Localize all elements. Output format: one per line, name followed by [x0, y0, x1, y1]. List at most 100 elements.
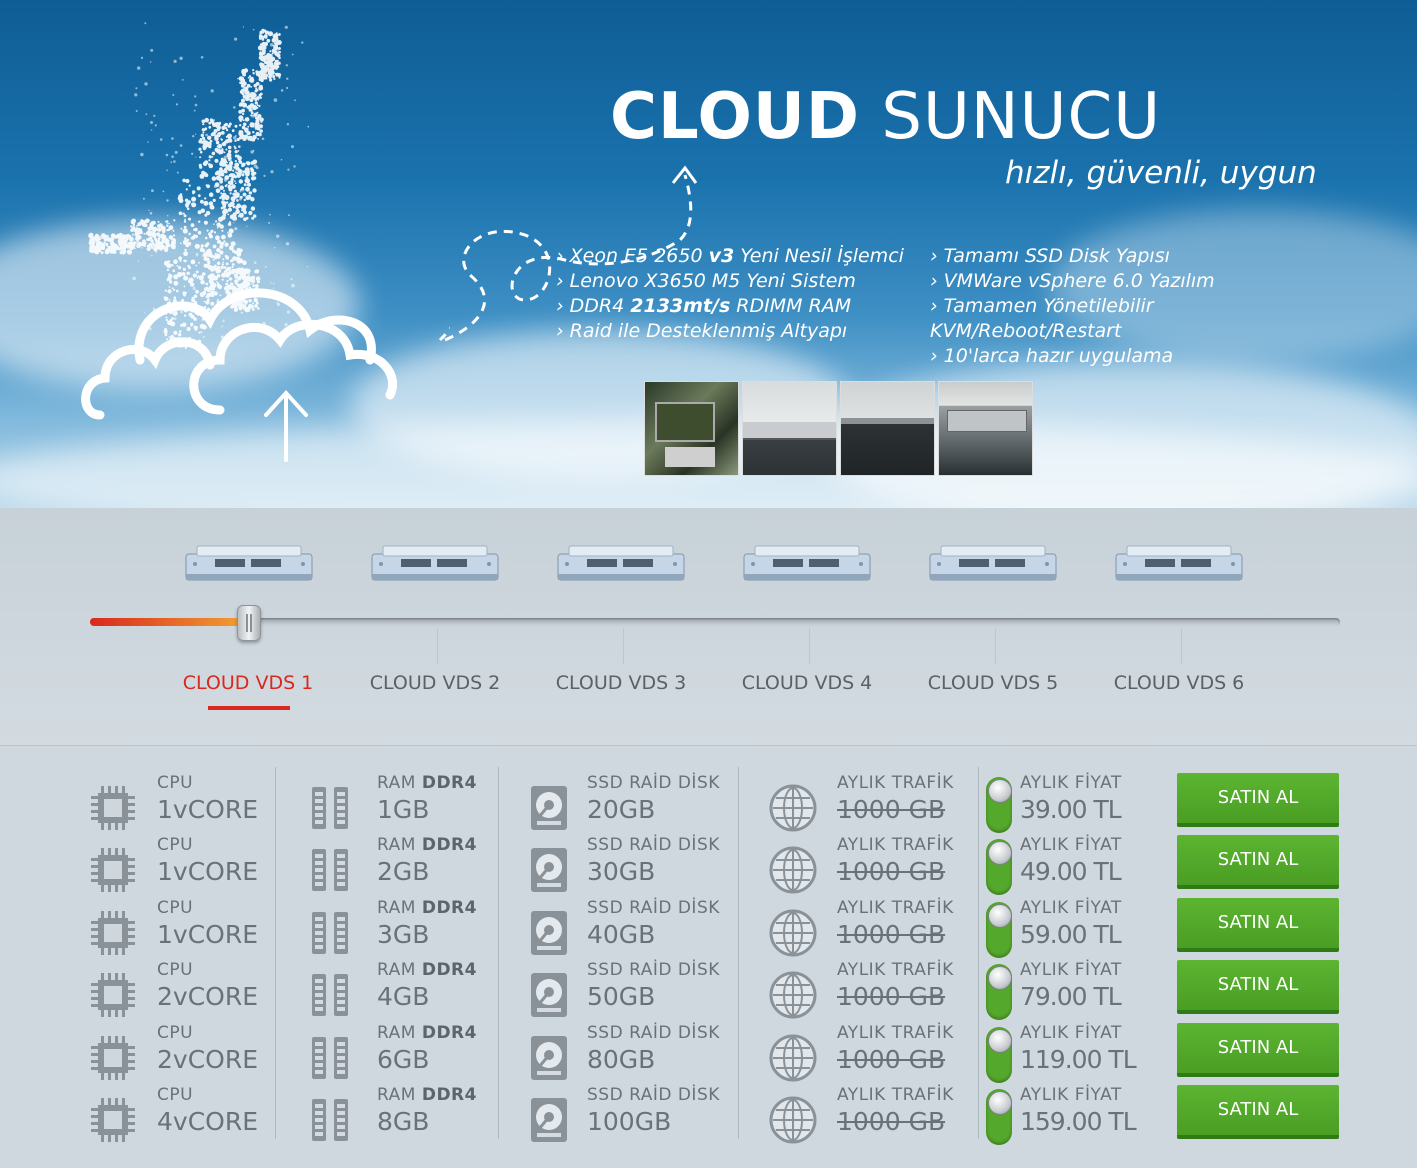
ram-module-icon: [306, 1095, 356, 1145]
traffic-value: 1000 GB: [837, 982, 946, 1011]
toggle-switch-icon[interactable]: [986, 902, 1012, 958]
plan-slider-handle[interactable]: [237, 605, 261, 641]
ram-label: RAM DDR4: [377, 773, 477, 793]
plan-row: CPU 4vCORE RAM DDR4 8GB SSD RAİD DİSK 10…: [0, 1085, 1417, 1147]
ram-module-icon: [306, 1033, 356, 1083]
ram-value: 4GB: [377, 982, 430, 1011]
buy-button[interactable]: SATIN AL: [1177, 898, 1339, 952]
feature-item: › Lenovo X3650 M5 Yeni Sistem: [556, 270, 856, 292]
ram-module-icon: [306, 970, 356, 1020]
toggle-switch-icon[interactable]: [986, 839, 1012, 895]
globe-icon: [768, 1033, 818, 1083]
feature-item: › 10'larca hazır uygulama: [930, 345, 1174, 367]
cpu-label: CPU: [157, 960, 194, 980]
slider-tick: [995, 628, 996, 664]
cpu-label: CPU: [157, 1023, 194, 1043]
disk-value: 100GB: [587, 1107, 672, 1136]
slider-tick: [623, 628, 624, 664]
traffic-value: 1000 GB: [837, 795, 946, 824]
hero-banner: CLOUD SUNUCU hızlı, güvenli, uygun › Xeo…: [0, 0, 1417, 508]
cpu-chip-icon: [88, 970, 138, 1020]
server-rack-icon[interactable]: [743, 544, 871, 584]
feature-list-left: › Xeon E5 2650 v3 Yeni Nesil İşlemci › L…: [556, 244, 904, 344]
cpu-chip-icon: [88, 845, 138, 895]
price-label: AYLIK FİYAT: [1020, 773, 1122, 793]
cpu-label: CPU: [157, 898, 194, 918]
plan-slider-fill: [90, 618, 250, 626]
buy-button[interactable]: SATIN AL: [1177, 1023, 1339, 1077]
price-label: AYLIK FİYAT: [1020, 898, 1122, 918]
tab-cloud-vds-3[interactable]: CLOUD VDS 3: [541, 672, 701, 694]
buy-button[interactable]: SATIN AL: [1177, 835, 1339, 889]
page-subtitle: hızlı, güvenli, uygun: [1005, 155, 1317, 191]
plan-row: CPU 2vCORE RAM DDR4 4GB SSD RAİD DİSK 50…: [0, 960, 1417, 1022]
plan-row: CPU 2vCORE RAM DDR4 6GB SSD RAİD DİSK 80…: [0, 1023, 1417, 1085]
traffic-label: AYLIK TRAFİK: [837, 1023, 954, 1043]
disk-label: SSD RAİD DİSK: [587, 1023, 720, 1043]
server-rack-icon[interactable]: [929, 544, 1057, 584]
disk-label: SSD RAİD DİSK: [587, 1085, 720, 1105]
toggle-switch-icon[interactable]: [986, 1027, 1012, 1083]
disk-label: SSD RAİD DİSK: [587, 773, 720, 793]
price-value: 39.00 TL: [1020, 795, 1122, 824]
ram-value: 8GB: [377, 1107, 430, 1136]
disk-value: 80GB: [587, 1045, 656, 1074]
ram-label: RAM DDR4: [377, 1085, 477, 1105]
server-photo-thumbnail[interactable]: [644, 381, 739, 476]
cpu-chip-icon: [88, 1033, 138, 1083]
cpu-label: CPU: [157, 773, 194, 793]
server-photo-thumbnail[interactable]: [840, 381, 935, 476]
ram-label: RAM DDR4: [377, 898, 477, 918]
cpu-label: CPU: [157, 835, 194, 855]
server-rack-icon[interactable]: [371, 544, 499, 584]
particle-person-cloud-illustration: [81, 22, 450, 462]
slider-tick: [809, 628, 810, 664]
server-photo-thumbnail[interactable]: [742, 381, 837, 476]
traffic-value: 1000 GB: [837, 920, 946, 949]
plan-row: CPU 1vCORE RAM DDR4 2GB SSD RAİD DİSK 30…: [0, 835, 1417, 897]
price-value: 59.00 TL: [1020, 920, 1122, 949]
plan-row: CPU 1vCORE RAM DDR4 3GB SSD RAİD DİSK 40…: [0, 898, 1417, 960]
feature-item: › VMWare vSphere 6.0 Yazılım: [930, 270, 1215, 292]
buy-button[interactable]: SATIN AL: [1177, 773, 1339, 827]
disk-value: 20GB: [587, 795, 656, 824]
globe-icon: [768, 970, 818, 1020]
traffic-label: AYLIK TRAFİK: [837, 773, 954, 793]
hard-disk-icon: [525, 783, 575, 833]
hard-disk-icon: [525, 1095, 575, 1145]
buy-button[interactable]: SATIN AL: [1177, 1085, 1339, 1139]
toggle-switch-icon[interactable]: [986, 777, 1012, 833]
server-rack-icon[interactable]: [557, 544, 685, 584]
tab-cloud-vds-5[interactable]: CLOUD VDS 5: [913, 672, 1073, 694]
server-rack-icon[interactable]: [1115, 544, 1243, 584]
traffic-value: 1000 GB: [837, 857, 946, 886]
feature-item: › Raid ile Desteklenmiş Altyapı: [556, 320, 848, 342]
hard-disk-icon: [525, 845, 575, 895]
tab-cloud-vds-4[interactable]: CLOUD VDS 4: [727, 672, 887, 694]
feature-item: › DDR4 2133mt/s RDIMM RAM: [556, 295, 852, 317]
tab-cloud-vds-1[interactable]: CLOUD VDS 1: [168, 672, 328, 694]
toggle-switch-icon[interactable]: [986, 964, 1012, 1020]
disk-label: SSD RAİD DİSK: [587, 960, 720, 980]
traffic-label: AYLIK TRAFİK: [837, 898, 954, 918]
price-label: AYLIK FİYAT: [1020, 1023, 1122, 1043]
cpu-label: CPU: [157, 1085, 194, 1105]
cpu-chip-icon: [88, 783, 138, 833]
tab-cloud-vds-2[interactable]: CLOUD VDS 2: [355, 672, 515, 694]
plan-slider-section: CLOUD VDS 1 CLOUD VDS 2 CLOUD VDS 3 CLOU…: [0, 508, 1417, 746]
cpu-value: 2vCORE: [157, 982, 259, 1011]
tab-cloud-vds-6[interactable]: CLOUD VDS 6: [1099, 672, 1259, 694]
server-photo-thumbnail[interactable]: [938, 381, 1033, 476]
cpu-value: 2vCORE: [157, 1045, 259, 1074]
price-label: AYLIK FİYAT: [1020, 835, 1122, 855]
cpu-chip-icon: [88, 908, 138, 958]
ram-label: RAM DDR4: [377, 960, 477, 980]
server-rack-icon[interactable]: [185, 544, 313, 584]
globe-icon: [768, 1095, 818, 1145]
cpu-chip-icon: [88, 1095, 138, 1145]
buy-button[interactable]: SATIN AL: [1177, 960, 1339, 1014]
plan-slider-track[interactable]: [90, 618, 1340, 626]
feature-list-right: › Tamamı SSD Disk Yapısı › VMWare vSpher…: [930, 244, 1215, 369]
toggle-switch-icon[interactable]: [986, 1089, 1012, 1145]
cpu-value: 1vCORE: [157, 920, 259, 949]
